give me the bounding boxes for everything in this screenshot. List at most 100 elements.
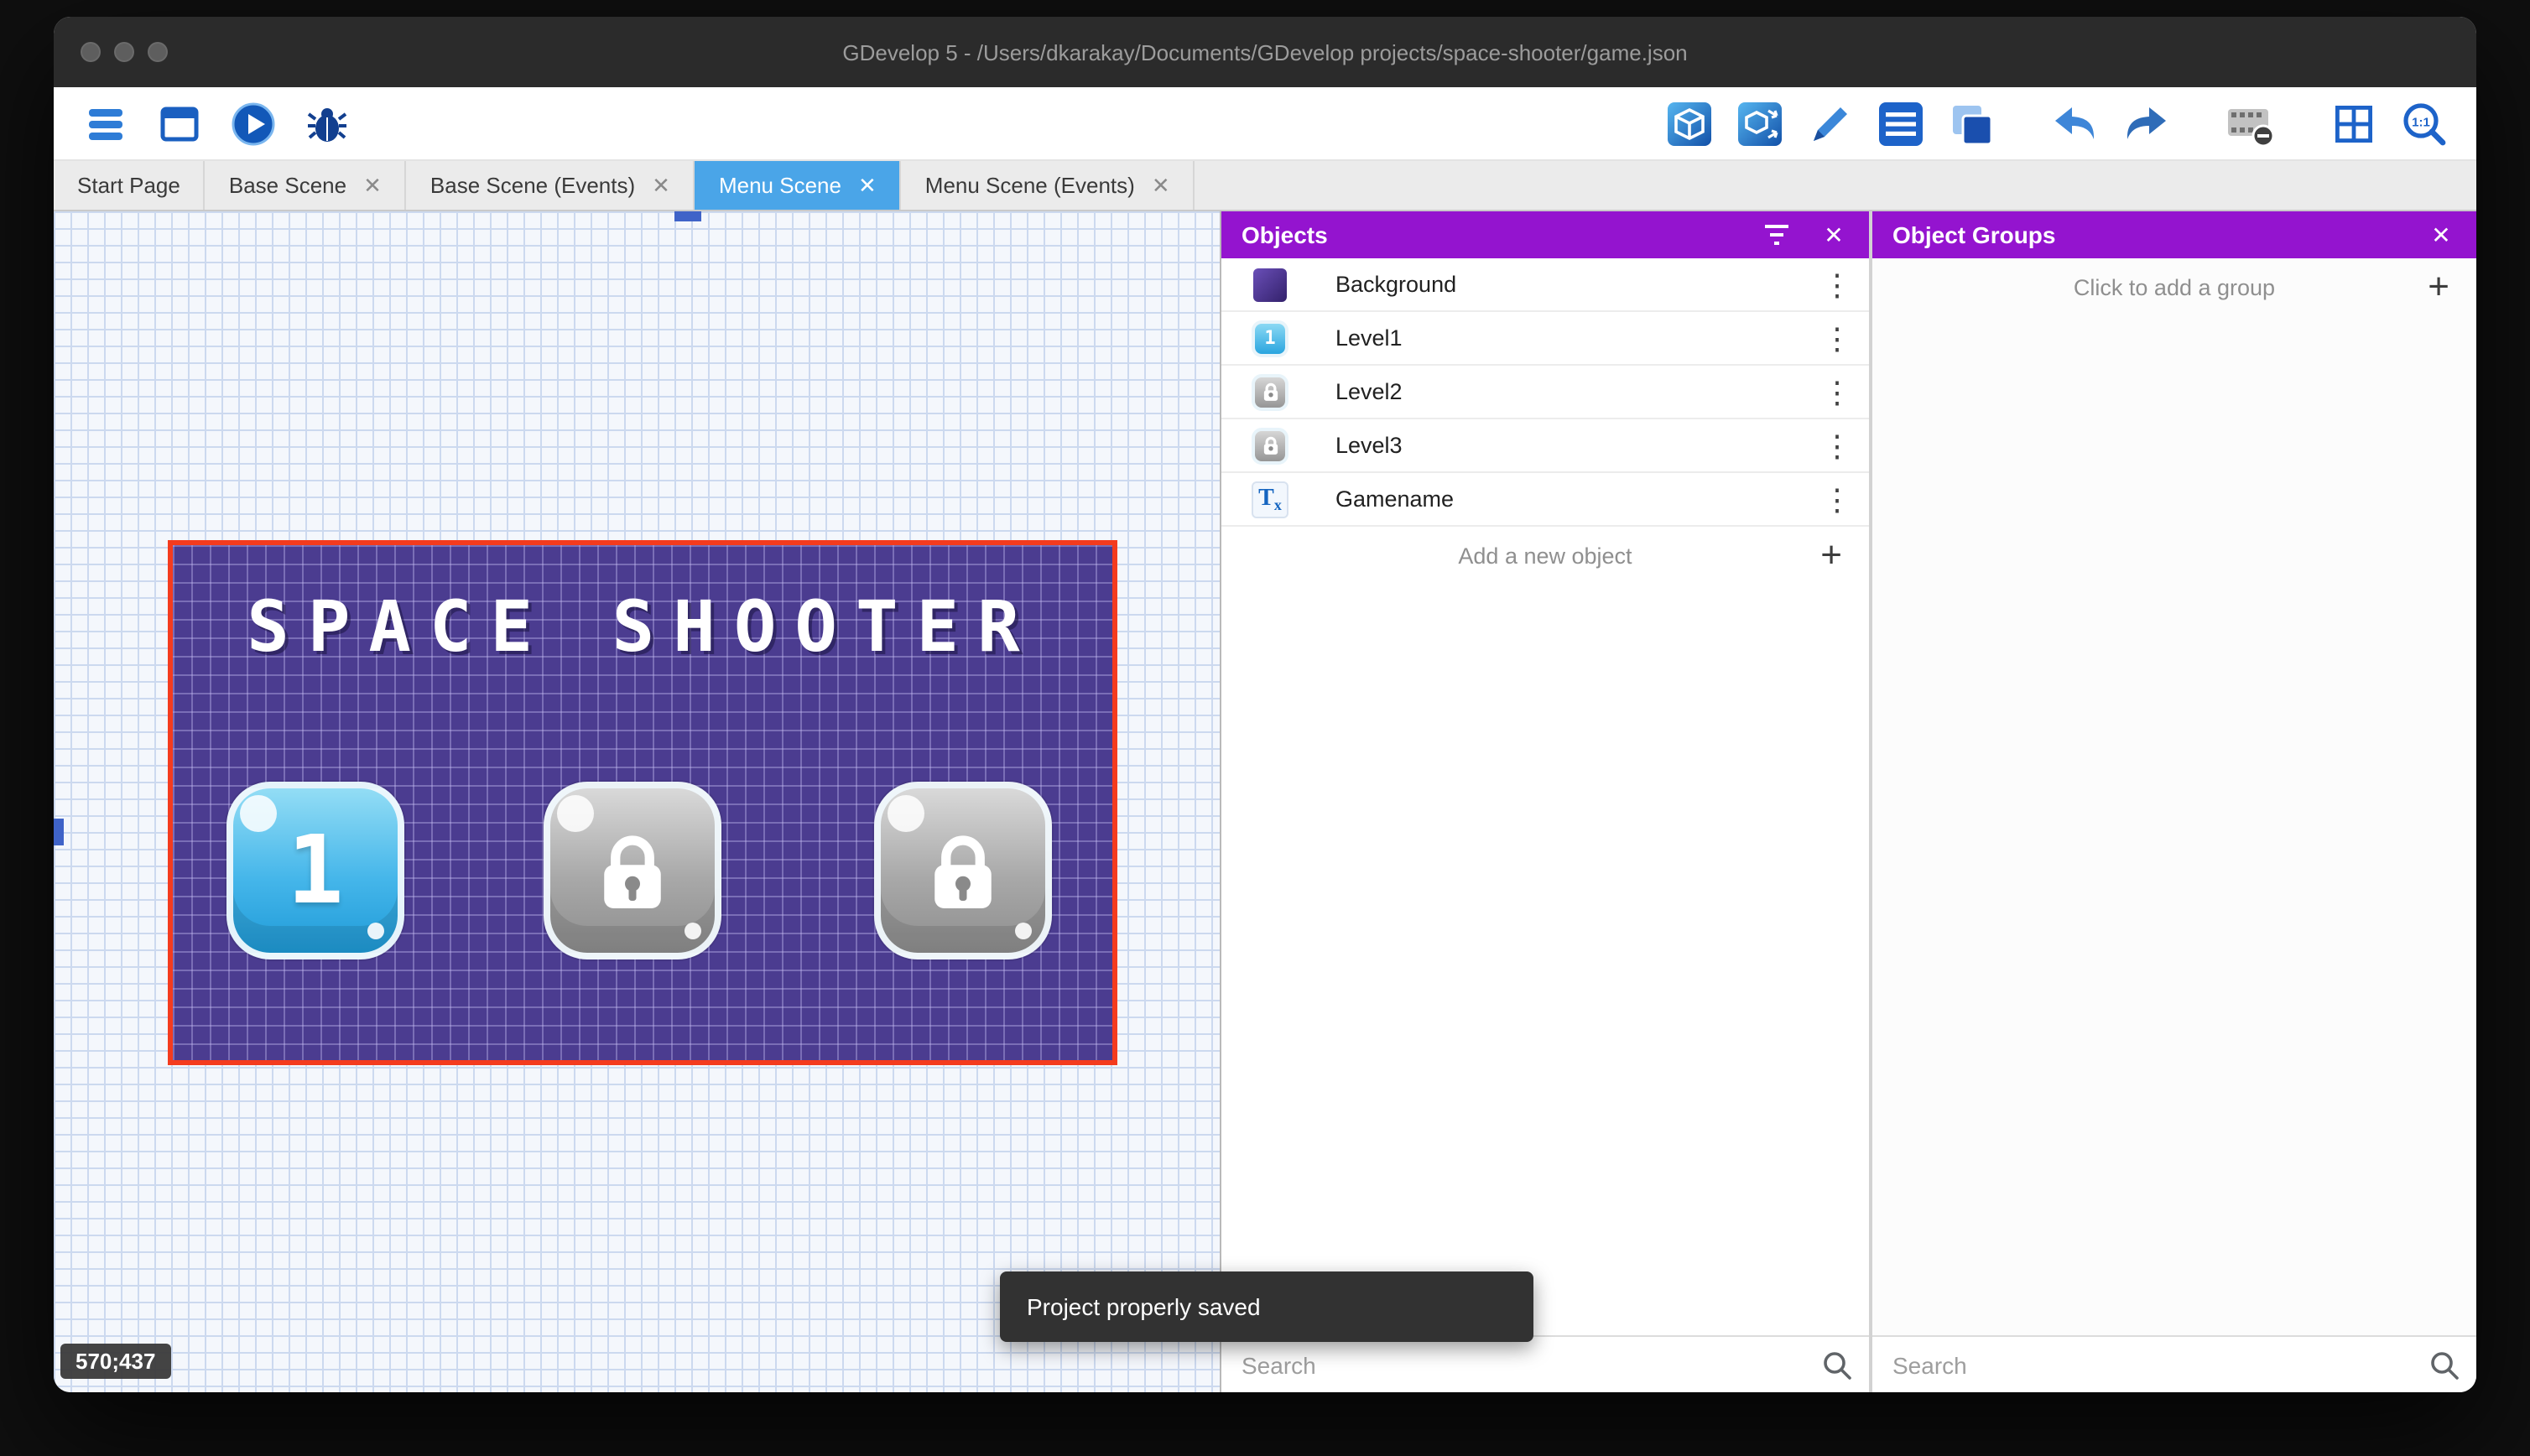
toolbar: 1:1 <box>54 87 2476 161</box>
tab-label: Menu Scene (Events) <box>924 173 1135 198</box>
object-row-level2[interactable]: Level2 ⋮ <box>1221 366 1869 419</box>
level3-object-icon <box>1252 427 1288 464</box>
close-object-groups-panel-icon[interactable]: ✕ <box>2426 220 2456 250</box>
objects-search-input[interactable] <box>1221 1351 1869 1378</box>
objects-editor-icon[interactable] <box>1664 98 1715 148</box>
object-menu-icon[interactable]: ⋮ <box>1822 484 1852 514</box>
object-row-level1[interactable]: 1 Level1 ⋮ <box>1221 312 1869 366</box>
zoom-window-button[interactable] <box>148 42 168 62</box>
save-toast: Project properly saved <box>1000 1271 1533 1342</box>
background-object-icon <box>1252 266 1288 303</box>
main-content: SPACE SHOOTER 1 570;437 Objects ✕ Backgr… <box>54 211 2476 1392</box>
background-instance-selected[interactable]: SPACE SHOOTER 1 <box>168 540 1117 1065</box>
button-dot <box>1015 923 1032 939</box>
object-name: Background <box>1335 272 1457 297</box>
tab-label: Base Scene <box>228 173 347 198</box>
button-shine <box>240 795 277 832</box>
level1-button-instance[interactable]: 1 <box>226 782 404 959</box>
button-shine <box>888 795 924 832</box>
grid-icon[interactable] <box>2329 98 2379 148</box>
tab-base-scene[interactable]: Base Scene ✕ <box>206 161 407 210</box>
button-shine <box>557 795 594 832</box>
object-groups-panel: Object Groups ✕ Click to add a group + <box>1869 211 2476 1392</box>
object-menu-icon[interactable]: ⋮ <box>1822 377 1852 407</box>
tab-menu-scene-events[interactable]: Menu Scene (Events) ✕ <box>902 161 1195 210</box>
text-object-icon: Tx <box>1252 481 1288 517</box>
groups-search-bar <box>1872 1335 2476 1392</box>
object-row-background[interactable]: Background ⋮ <box>1221 258 1869 312</box>
tab-close-icon[interactable]: ✕ <box>363 174 382 196</box>
undo-icon[interactable] <box>2050 98 2101 148</box>
desktop: GDevelop 5 - /Users/dkarakay/Documents/G… <box>0 0 2530 1456</box>
objects-panel-empty-area <box>1221 584 1869 1335</box>
add-new-object-button[interactable]: Add a new object + <box>1221 527 1869 584</box>
zoom-icon[interactable]: 1:1 <box>2399 98 2449 148</box>
close-objects-panel-icon[interactable]: ✕ <box>1819 220 1849 250</box>
button-dot <box>367 923 384 939</box>
level2-button-instance[interactable] <box>544 782 721 959</box>
lock-icon <box>934 835 992 908</box>
tab-label: Start Page <box>77 173 180 198</box>
filter-icon[interactable] <box>1762 220 1792 250</box>
tab-label: Base Scene (Events) <box>429 173 636 198</box>
groups-search-input[interactable] <box>1872 1351 2476 1378</box>
groups-panel-empty-area <box>1872 315 2476 1335</box>
scene-canvas[interactable]: SPACE SHOOTER 1 570;437 <box>54 211 1220 1392</box>
object-name: Level3 <box>1335 433 1403 458</box>
gdevelop-window: GDevelop 5 - /Users/dkarakay/Documents/G… <box>54 17 2476 1392</box>
lock-icon <box>604 835 661 908</box>
objects-search-bar <box>1221 1335 1869 1392</box>
object-row-level3[interactable]: Level3 ⋮ <box>1221 419 1869 473</box>
cursor-coordinates: 570;437 <box>60 1344 171 1379</box>
minimize-window-button[interactable] <box>114 42 134 62</box>
level1-number: 1 <box>287 816 344 925</box>
objects-panel-title: Objects <box>1242 221 1328 248</box>
toolbar-right-group: 1:1 <box>1664 98 2449 148</box>
object-groups-icon[interactable] <box>1735 98 1785 148</box>
tab-menu-scene[interactable]: Menu Scene ✕ <box>695 161 902 210</box>
start-page-icon[interactable] <box>154 98 205 148</box>
object-menu-icon[interactable]: ⋮ <box>1822 323 1852 353</box>
object-menu-icon[interactable]: ⋮ <box>1822 269 1852 299</box>
tab-base-scene-events[interactable]: Base Scene (Events) ✕ <box>407 161 695 210</box>
tab-close-icon[interactable]: ✕ <box>858 174 877 196</box>
gamename-text-instance[interactable]: SPACE SHOOTER <box>173 585 1112 668</box>
tab-close-icon[interactable]: ✕ <box>1152 174 1170 196</box>
debug-icon[interactable] <box>302 98 352 148</box>
traffic-lights <box>81 17 168 87</box>
object-name: Gamename <box>1335 486 1455 512</box>
tab-label: Menu Scene <box>718 173 841 198</box>
level2-object-icon <box>1252 373 1288 410</box>
object-row-gamename[interactable]: Tx Gamename ⋮ <box>1221 473 1869 527</box>
redo-icon[interactable] <box>2121 98 2171 148</box>
level1-object-icon: 1 <box>1252 320 1288 356</box>
layers-icon[interactable] <box>1946 98 1996 148</box>
plus-icon[interactable]: + <box>2428 268 2449 305</box>
preview-play-icon[interactable] <box>228 98 279 148</box>
tab-close-icon[interactable]: ✕ <box>652 174 670 196</box>
add-group-label: Click to add a group <box>2073 274 2276 299</box>
close-window-button[interactable] <box>81 42 101 62</box>
instances-list-icon[interactable] <box>1876 98 1926 148</box>
add-new-object-label: Add a new object <box>1458 543 1632 568</box>
object-name: Level2 <box>1335 379 1403 404</box>
add-group-button[interactable]: Click to add a group + <box>1872 258 2476 315</box>
object-menu-icon[interactable]: ⋮ <box>1822 430 1852 460</box>
canvas-scroll-marker-horizontal[interactable] <box>674 211 701 221</box>
project-manager-icon[interactable] <box>81 98 131 148</box>
button-dot <box>685 923 701 939</box>
tabbar: Start Page Base Scene ✕ Base Scene (Even… <box>54 161 2476 211</box>
tab-start-page[interactable]: Start Page <box>54 161 206 210</box>
object-groups-panel-header: Object Groups ✕ <box>1872 211 2476 258</box>
canvas-scroll-marker-vertical[interactable] <box>54 819 64 845</box>
window-title: GDevelop 5 - /Users/dkarakay/Documents/G… <box>842 39 1688 65</box>
object-name: Level1 <box>1335 325 1403 351</box>
objects-panel: Objects ✕ Background ⋮ 1 Level1 ⋮ Level2… <box>1220 211 1869 1392</box>
level3-button-instance[interactable] <box>874 782 1052 959</box>
search-icon <box>2429 1349 2460 1380</box>
plus-icon[interactable]: + <box>1820 536 1842 574</box>
save-toast-message: Project properly saved <box>1027 1293 1261 1320</box>
properties-icon[interactable] <box>1805 98 1856 148</box>
render-options-icon[interactable] <box>2225 98 2275 148</box>
objects-panel-header: Objects ✕ <box>1221 211 1869 258</box>
